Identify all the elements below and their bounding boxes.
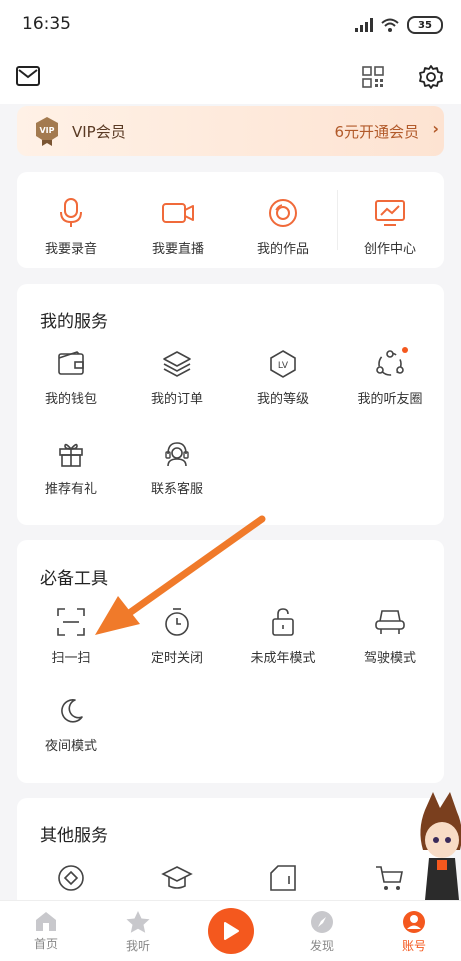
service-support-label: 联系客服 [150, 482, 203, 497]
level-badge-icon: LV [270, 350, 296, 378]
service-referral[interactable]: 推荐有礼 [21, 440, 121, 497]
video-camera-icon [162, 203, 194, 223]
svg-text:LV: LV [278, 361, 289, 371]
nav-home-label: 首页 [33, 937, 58, 951]
timer-icon [165, 608, 189, 636]
tool-teen-mode[interactable]: 未成年模式 [233, 607, 333, 666]
nav-listen[interactable]: 我听 [108, 910, 168, 954]
disc-icon [269, 199, 297, 227]
tool-sleep-timer[interactable]: 定时关闭 [127, 607, 227, 666]
nav-discover[interactable]: 发现 [292, 910, 352, 954]
headset-icon [165, 442, 189, 467]
qrcode-icon[interactable] [362, 66, 384, 88]
service-orders[interactable]: 我的订单 [127, 350, 227, 407]
header [0, 50, 461, 104]
service-level[interactable]: LV 我的等级 [233, 350, 333, 407]
service-support[interactable]: 联系客服 [127, 440, 227, 497]
moon-icon [61, 699, 83, 723]
compass-icon [311, 911, 333, 933]
cart-icon[interactable] [374, 864, 404, 892]
gear-icon[interactable] [418, 64, 444, 90]
divider [337, 190, 338, 250]
play-button[interactable] [208, 908, 254, 954]
vip-badge-text: VIP [39, 126, 54, 135]
star-icon [126, 911, 150, 933]
quick-live[interactable]: 我要直播 [128, 198, 228, 257]
monitor-chart-icon [375, 200, 405, 226]
layers-icon [163, 351, 191, 377]
nav-account[interactable]: 账号 [384, 910, 444, 954]
tool-teen-mode-label: 未成年模式 [250, 651, 316, 666]
status-icons: 35 [355, 16, 443, 34]
service-wallet[interactable]: 我的钱包 [21, 350, 121, 407]
car-seat-icon [375, 610, 405, 634]
quick-record[interactable]: 我要录音 [21, 198, 121, 257]
scan-icon [57, 608, 85, 636]
quick-record-label: 我要录音 [44, 242, 97, 257]
status-time: 16:35 [22, 14, 71, 34]
service-level-label: 我的等级 [256, 392, 309, 407]
service-friends-circle[interactable]: 我的听友圈 [340, 350, 440, 407]
tool-night-mode[interactable]: 夜间模式 [21, 697, 121, 754]
sim-card-icon[interactable] [269, 864, 297, 892]
quick-works[interactable]: 我的作品 [233, 198, 333, 257]
quick-works-label: 我的作品 [256, 242, 309, 257]
vip-badge-icon: VIP [36, 117, 58, 146]
wallet-icon [58, 351, 84, 375]
tool-night-mode-label: 夜间模式 [44, 739, 97, 754]
wifi-icon [381, 18, 399, 32]
signal-icon [355, 18, 373, 32]
quick-live-label: 我要直播 [151, 242, 204, 257]
quick-creator-center[interactable]: 创作中心 [340, 198, 440, 257]
nav-account-label: 账号 [401, 939, 426, 953]
mail-icon[interactable] [16, 66, 40, 86]
tool-driving-mode-label: 驾驶模式 [363, 651, 416, 666]
microphone-icon [60, 198, 82, 227]
account-icon [403, 911, 425, 933]
nav-discover-label: 发现 [309, 939, 334, 953]
vip-label: VIP会员 [72, 123, 126, 141]
lock-icon [272, 608, 294, 636]
services-title: 我的服务 [40, 312, 108, 332]
tools-title: 必备工具 [40, 569, 108, 589]
vip-open-button[interactable]: 6元开通会员 [334, 121, 419, 142]
service-orders-label: 我的订单 [150, 392, 203, 407]
notification-dot [402, 347, 408, 353]
play-icon [224, 922, 239, 940]
nav-listen-label: 我听 [125, 939, 150, 953]
service-referral-label: 推荐有礼 [44, 482, 97, 497]
other-services-title: 其他服务 [40, 826, 108, 846]
graduation-cap-icon[interactable] [161, 864, 193, 892]
quick-creator-center-label: 创作中心 [363, 242, 416, 257]
home-icon [36, 912, 56, 931]
coin-icon[interactable] [57, 864, 85, 892]
tool-sleep-timer-label: 定时关闭 [150, 651, 203, 666]
mascot-illustration [420, 792, 461, 900]
service-friends-circle-label: 我的听友圈 [357, 392, 423, 407]
battery-indicator: 35 [407, 16, 443, 34]
tool-scan-label: 扫一扫 [51, 651, 91, 666]
nav-home[interactable]: 首页 [16, 910, 76, 952]
chevron-right-icon: › [432, 119, 439, 138]
service-wallet-label: 我的钱包 [44, 392, 97, 407]
friends-circle-icon [376, 350, 404, 376]
gift-icon [59, 443, 83, 467]
tool-scan[interactable]: 扫一扫 [21, 607, 121, 666]
tool-driving-mode[interactable]: 驾驶模式 [340, 607, 440, 666]
